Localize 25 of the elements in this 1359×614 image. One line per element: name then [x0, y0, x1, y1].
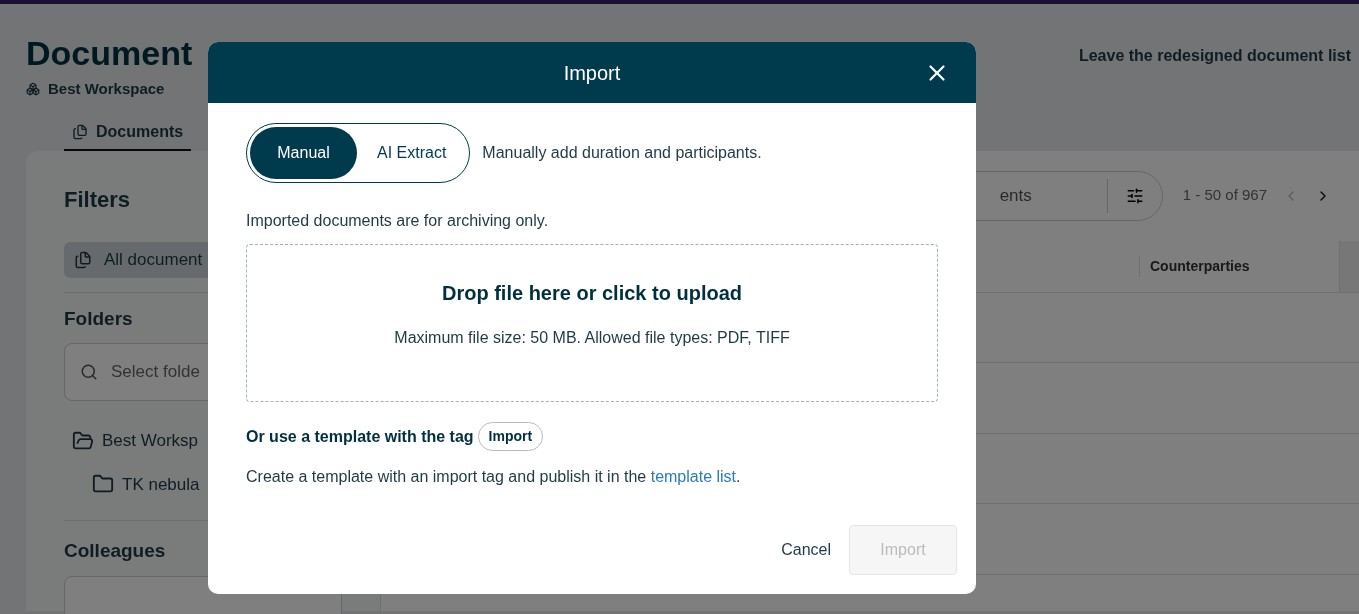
pagination-range: 1 - 50 of 967	[1182, 185, 1267, 206]
folders-title: Folders	[64, 306, 134, 331]
sliders-icon	[1125, 186, 1144, 205]
workspace-icon	[26, 82, 40, 97]
page-title: Document	[26, 34, 193, 72]
dropzone-hint: Maximum file size: 50 MB. Allowed file types: PDF, TIFF	[394, 328, 790, 348]
template-instruction: Create a template with an import tag and publish it in the template list.	[246, 467, 742, 487]
archive-note: Imported documents are for archiving only.	[246, 211, 550, 231]
mode-option[interactable]: Manual	[250, 127, 357, 179]
folder-icon	[72, 429, 94, 452]
search-icon	[80, 363, 98, 381]
search-input[interactable]: ents	[883, 182, 1107, 209]
filters-title: Filters	[64, 185, 132, 214]
mode-option[interactable]: AI Extract	[357, 127, 467, 179]
colleagues-title: Colleagues	[64, 539, 167, 563]
mode-hint: Manually add duration and participants.	[482, 143, 762, 163]
cancel-button[interactable]: Cancel	[781, 538, 831, 562]
workspace-name: Best Workspace	[48, 79, 165, 99]
leave-link[interactable]: Leave the redesigned document list	[1078, 44, 1351, 101]
template-heading: Or use a template with the tag	[246, 426, 474, 447]
document-icon	[72, 123, 88, 140]
dropzone-title: Drop file here or click to upload	[441, 281, 743, 306]
documents-icon	[74, 250, 92, 269]
upload-dropzone[interactable]: Drop file here or click to upload Maximum file size: 50 MB. Allowed file types: PDF, TIFF	[246, 244, 938, 402]
dialog-title: Import	[563, 60, 621, 86]
